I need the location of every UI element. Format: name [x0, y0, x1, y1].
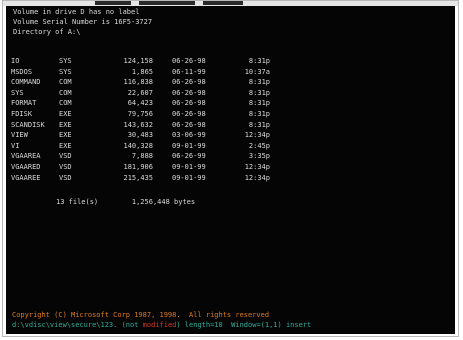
file-ext: SYS	[59, 68, 72, 76]
file-size: 7,888	[131, 152, 153, 160]
title-bar-segment	[139, 1, 195, 5]
file-name: VI	[11, 142, 20, 150]
file-name: SCANDISK	[11, 121, 45, 129]
file-time: 8:31p	[248, 57, 270, 65]
file-size: 64,423	[127, 99, 153, 107]
file-time: 8:31p	[248, 78, 270, 86]
file-ext: SYS	[59, 57, 72, 65]
terminal-window: Volume in drive D has no label Volume Se…	[2, 0, 459, 337]
file-time: 8:31p	[248, 110, 270, 118]
file-date: 09-01-99	[172, 163, 206, 171]
file-size: 215,435	[123, 174, 153, 182]
file-date: 03-06-99	[172, 131, 206, 139]
volume-label-line: Volume in drive D has no label	[13, 8, 140, 16]
file-time: 12:34p	[244, 163, 270, 171]
file-time: 12:34p	[244, 131, 270, 139]
file-time: 8:31p	[248, 121, 270, 129]
file-time: 8:31p	[248, 99, 270, 107]
file-time: 3:35p	[248, 152, 270, 160]
status-post: ) length=10 Window=(1,1) insert	[176, 321, 312, 329]
total-bytes: 1,256,448 bytes	[131, 198, 196, 206]
summary-line: 13 file(s) 1,256,448 bytes	[56, 198, 195, 206]
console-screen[interactable]: Volume in drive D has no label Volume Se…	[6, 6, 455, 334]
file-ext: COM	[59, 89, 72, 97]
file-size: 181,906	[123, 163, 153, 171]
file-time: 8:31p	[248, 89, 270, 97]
serial-number-line: Volume Serial Number is 16F5-3727	[13, 18, 153, 26]
file-name: FDISK	[11, 110, 33, 118]
file-name: MSDOS	[11, 68, 33, 76]
file-size: 124,158	[123, 57, 153, 65]
copyright-line: Copyright (C) Microsoft Corp 1987, 1998.…	[12, 311, 270, 319]
file-date: 06-11-99	[172, 68, 206, 76]
file-name: VGAAREE	[11, 174, 41, 182]
title-bar-segment	[95, 1, 131, 5]
file-time: 12:34p	[244, 174, 270, 182]
file-size: 116,838	[123, 78, 153, 86]
file-name: IO	[11, 57, 20, 65]
file-count: 13 file(s)	[56, 198, 99, 206]
file-date: 09-01-99	[172, 174, 206, 182]
file-date: 09-01-99	[172, 142, 206, 150]
file-time: 10:37a	[244, 68, 270, 76]
file-name: SYS	[11, 89, 24, 97]
file-size: 140,328	[123, 142, 153, 150]
file-size: 22,607	[127, 89, 153, 97]
file-ext: COM	[59, 78, 72, 86]
file-ext: EXE	[59, 142, 72, 150]
file-date: 06-26-98	[172, 57, 206, 65]
directory-line: Directory of A:\	[13, 28, 81, 36]
file-ext: EXE	[59, 110, 72, 118]
status-line: d:\vdisc\view\secure\123. (not modified)…	[12, 321, 311, 329]
file-date: 06-26-98	[172, 78, 206, 86]
file-time: 2:45p	[248, 142, 270, 150]
file-name: COMMAND	[11, 78, 41, 86]
file-ext: VSD	[59, 174, 72, 182]
title-bar-segment	[203, 1, 243, 5]
file-date: 06-26-98	[172, 110, 206, 118]
file-ext: EXE	[59, 131, 72, 139]
file-name: VIEW	[11, 131, 28, 139]
file-size: 1,865	[131, 68, 153, 76]
file-ext: VSD	[59, 152, 72, 160]
file-ext: COM	[59, 99, 72, 107]
status-pre: (not	[117, 321, 143, 329]
file-name: VGAARED	[11, 163, 41, 171]
file-size: 30,483	[127, 131, 153, 139]
file-date: 06-26-98	[172, 121, 206, 129]
file-name: VGAAREA	[11, 152, 41, 160]
file-date: 06-26-99	[172, 152, 206, 160]
file-ext: EXE	[59, 121, 72, 129]
file-date: 06-26-98	[172, 99, 206, 107]
file-size: 79,756	[127, 110, 153, 118]
file-ext: VSD	[59, 163, 72, 171]
modified-flag: modified	[142, 321, 177, 329]
file-name: FORMAT	[11, 99, 37, 107]
status-path: d:\vdisc\view\secure\123.	[12, 321, 118, 329]
file-size: 143,632	[123, 121, 153, 129]
file-date: 06-26-98	[172, 89, 206, 97]
